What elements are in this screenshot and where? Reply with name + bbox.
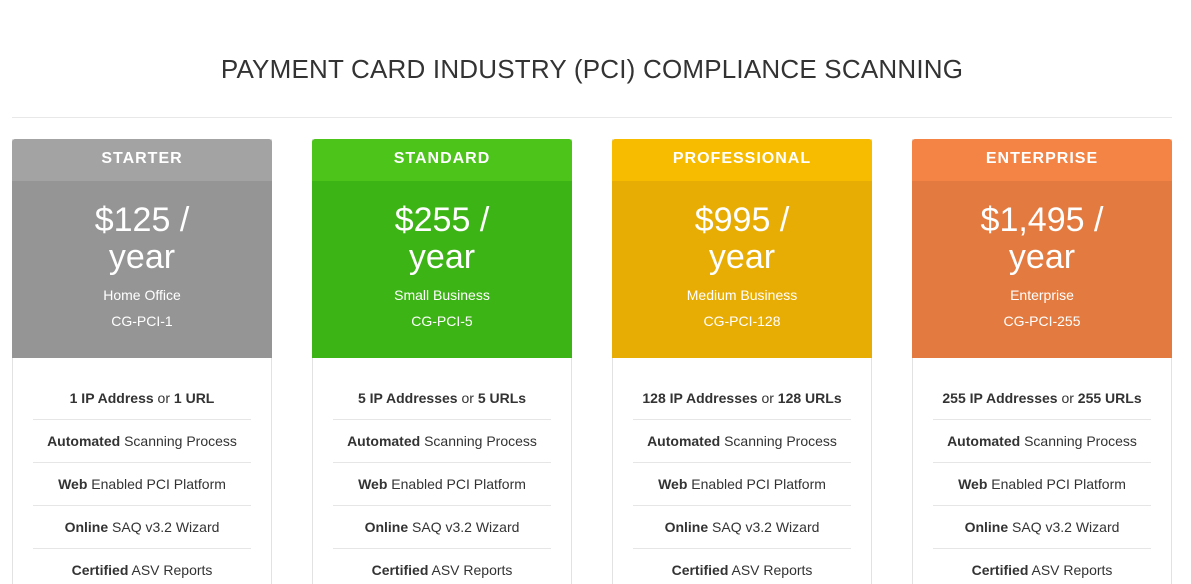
plan-card-standard: STANDARD $255 / year Small Business CG-P… (312, 139, 572, 584)
feature-list-starter: 1 IP Address or 1 URL Automated Scanning… (33, 377, 251, 584)
feature-item: Web Enabled PCI Platform (33, 463, 251, 506)
plan-price-box-enterprise: $1,495 / year Enterprise CG-PCI-255 (912, 181, 1172, 358)
plan-price-period: year (408, 238, 476, 276)
plan-header-enterprise: ENTERPRISE (912, 139, 1172, 181)
plan-price-amount: $125 / (94, 201, 190, 239)
plan-price-amount: $255 / (394, 201, 490, 239)
plan-header-standard: STANDARD (312, 139, 572, 181)
plan-sku-enterprise: CG-PCI-255 (1003, 313, 1081, 329)
feature-item: 128 IP Addresses or 128 URLs (633, 377, 851, 420)
plan-price-period: year (1008, 238, 1076, 276)
plan-sku-professional: CG-PCI-128 (703, 313, 781, 329)
pricing-page: PAYMENT CARD INDUSTRY (PCI) COMPLIANCE S… (0, 0, 1191, 584)
plan-price-starter: $125 / year (12, 202, 272, 276)
feature-item: Certified ASV Reports (333, 549, 551, 584)
feature-item: Automated Scanning Process (333, 420, 551, 463)
plan-price-amount: $1,495 / (980, 201, 1104, 239)
plan-sku-standard: CG-PCI-5 (411, 313, 473, 329)
plan-price-box-professional: $995 / year Medium Business CG-PCI-128 (612, 181, 872, 358)
plan-card-starter: STARTER $125 / year Home Office CG-PCI-1… (12, 139, 272, 584)
feature-list-enterprise: 255 IP Addresses or 255 URLs Automated S… (933, 377, 1151, 584)
feature-item: 255 IP Addresses or 255 URLs (933, 377, 1151, 420)
feature-item: Certified ASV Reports (633, 549, 851, 584)
plan-sku-starter: CG-PCI-1 (111, 313, 173, 329)
plan-price-amount: $995 / (694, 201, 790, 239)
feature-item: 5 IP Addresses or 5 URLs (333, 377, 551, 420)
feature-item: Web Enabled PCI Platform (333, 463, 551, 506)
plan-segment-enterprise: Enterprise (1010, 287, 1074, 303)
feature-item: Certified ASV Reports (33, 549, 251, 584)
feature-item: Automated Scanning Process (633, 420, 851, 463)
plan-price-professional: $995 / year (612, 202, 872, 276)
plan-card-enterprise: ENTERPRISE $1,495 / year Enterprise CG-P… (912, 139, 1172, 584)
feature-item: Online SAQ v3.2 Wizard (933, 506, 1151, 549)
plan-price-period: year (108, 238, 176, 276)
feature-item: Automated Scanning Process (933, 420, 1151, 463)
feature-item: Web Enabled PCI Platform (933, 463, 1151, 506)
plan-price-box-starter: $125 / year Home Office CG-PCI-1 (12, 181, 272, 358)
feature-item: Online SAQ v3.2 Wizard (33, 506, 251, 549)
plan-price-enterprise: $1,495 / year (912, 202, 1172, 276)
feature-item: Online SAQ v3.2 Wizard (633, 506, 851, 549)
feature-item: Certified ASV Reports (933, 549, 1151, 584)
page-title: PAYMENT CARD INDUSTRY (PCI) COMPLIANCE S… (220, 54, 964, 84)
feature-item: 1 IP Address or 1 URL (33, 377, 251, 420)
plan-card-professional: PROFESSIONAL $995 / year Medium Business… (612, 139, 872, 584)
feature-item: Automated Scanning Process (33, 420, 251, 463)
feature-list-professional: 128 IP Addresses or 128 URLs Automated S… (633, 377, 851, 584)
title-divider (12, 117, 1172, 118)
plan-segment-standard: Small Business (394, 287, 490, 303)
plan-header-starter: STARTER (12, 139, 272, 181)
feature-item: Online SAQ v3.2 Wizard (333, 506, 551, 549)
plan-price-box-standard: $255 / year Small Business CG-PCI-5 (312, 181, 572, 358)
plan-price-period: year (708, 238, 776, 276)
plan-header-professional: PROFESSIONAL (612, 139, 872, 181)
feature-list-standard: 5 IP Addresses or 5 URLs Automated Scann… (333, 377, 551, 584)
plan-segment-starter: Home Office (103, 287, 181, 303)
feature-item: Web Enabled PCI Platform (633, 463, 851, 506)
plan-price-standard: $255 / year (312, 202, 572, 276)
plan-segment-professional: Medium Business (686, 287, 798, 303)
